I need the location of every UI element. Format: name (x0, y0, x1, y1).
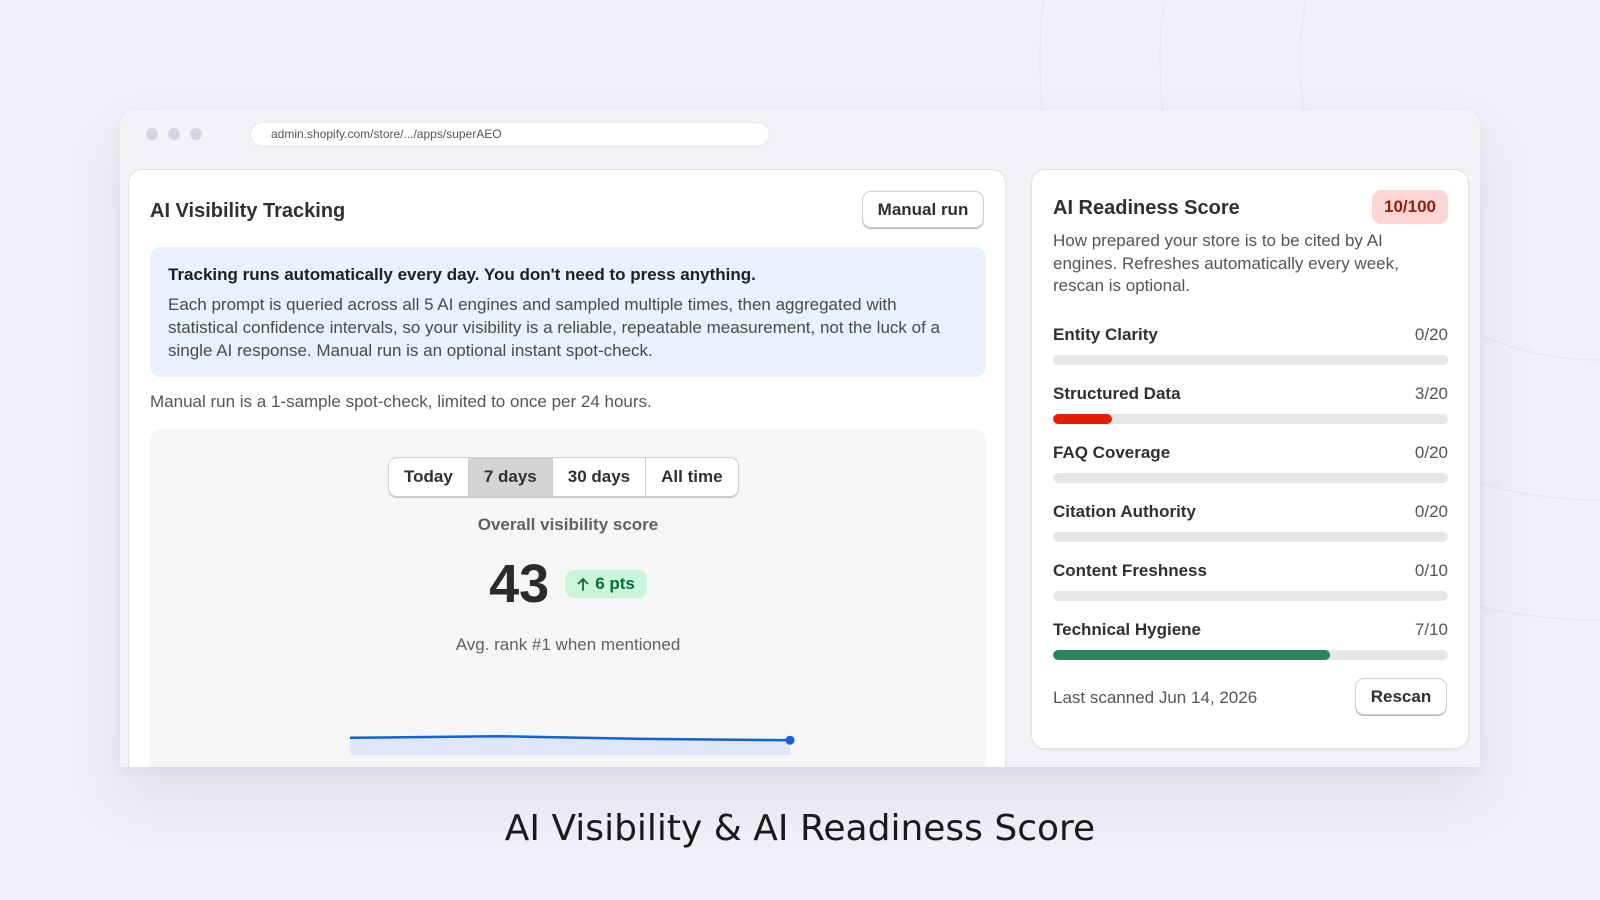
metric-value: 7/10 (1414, 620, 1448, 639)
metric-content-freshness: Content Freshness 0/10 (1053, 561, 1448, 601)
minimize-dot[interactable] (168, 128, 180, 140)
readiness-title: AI Readiness Score (1053, 197, 1240, 219)
readiness-description: How prepared your store is to be cited b… (1053, 231, 1399, 295)
metric-value: 0/20 (1414, 443, 1448, 462)
metric-value: 0/20 (1414, 325, 1448, 344)
metric-citation-authority: Citation Authority 0/20 (1053, 502, 1448, 542)
metric-value: 0/10 (1414, 561, 1448, 580)
readiness-card: AI Readiness Score 10/100 How prepared y… (1031, 169, 1469, 749)
metric-faq-coverage: FAQ Coverage 0/20 (1053, 443, 1448, 483)
metric-structured-data: Structured Data 3/20 (1053, 384, 1448, 424)
score-delta-value: 6 pts (595, 574, 635, 593)
rescan-button[interactable]: Rescan (1355, 678, 1447, 715)
range-tab-today[interactable]: Today (389, 458, 469, 496)
info-banner: Tracking runs automatically every day. Y… (150, 247, 986, 377)
range-tab-30-days[interactable]: 30 days (553, 458, 647, 496)
maximize-dot[interactable] (190, 128, 202, 140)
metric-progress-fill (1053, 414, 1113, 424)
visibility-card: AI Visibility Tracking Manual run Tracki… (128, 169, 1006, 767)
visibility-score: 43 (489, 554, 550, 614)
metric-name: Content Freshness (1053, 561, 1207, 580)
metric-name: FAQ Coverage (1053, 443, 1171, 462)
metric-name: Entity Clarity (1053, 325, 1158, 344)
metric-progress-track (1053, 473, 1448, 483)
page-caption: AI Visibility & AI Readiness Score (504, 808, 1096, 849)
banner-body: Each prompt is queried across all 5 AI e… (168, 295, 940, 360)
window-controls (146, 128, 202, 140)
score-row: 43 6 pts (150, 551, 986, 617)
avg-rank: Avg. rank #1 when mentioned (455, 635, 681, 654)
browser-window: admin.shopify.com/store/.../apps/superAE… (120, 110, 1480, 767)
sparkline-endpoint (785, 735, 795, 745)
visibility-panel: Today 7 days 30 days All time Overall visib… (150, 429, 986, 767)
manual-run-button[interactable]: Manual run (862, 191, 984, 228)
metric-value: 0/20 (1414, 502, 1448, 521)
metric-name: Structured Data (1053, 384, 1181, 403)
score-delta-badge: 6 pts (565, 570, 647, 598)
metric-progress-track (1053, 532, 1448, 542)
visibility-sparkline (349, 734, 795, 755)
banner-heading: Tracking runs automatically every day. Y… (168, 265, 756, 284)
date-range-selector: Today 7 days 30 days All time (388, 457, 739, 497)
score-label: Overall visibility score (477, 515, 659, 534)
arrow-up-icon (577, 578, 589, 591)
metric-technical-hygiene: Technical Hygiene 7/10 (1053, 620, 1448, 660)
visibility-title: AI Visibility Tracking (150, 200, 346, 222)
readiness-score-badge: 10/100 (1372, 190, 1448, 224)
metric-entity-clarity: Entity Clarity 0/20 (1053, 325, 1448, 365)
last-scanned: Last scanned Jun 14, 2026 (1053, 688, 1258, 707)
metric-progress-track (1053, 650, 1448, 660)
manual-run-note: Manual run is a 1-sample spot-check, lim… (150, 392, 652, 411)
metric-progress-track (1053, 414, 1448, 424)
metric-name: Citation Authority (1053, 502, 1196, 521)
range-tab-all-time[interactable]: All time (646, 458, 737, 496)
metric-value: 3/20 (1414, 384, 1448, 403)
url-bar[interactable]: admin.shopify.com/store/.../apps/superAE… (250, 122, 770, 147)
range-tab-7-days[interactable]: 7 days (468, 458, 553, 496)
metric-progress-track (1053, 591, 1448, 601)
metric-progress-fill (1053, 650, 1330, 660)
close-dot[interactable] (146, 128, 158, 140)
metric-name: Technical Hygiene (1053, 620, 1202, 639)
metric-progress-track (1053, 355, 1448, 365)
